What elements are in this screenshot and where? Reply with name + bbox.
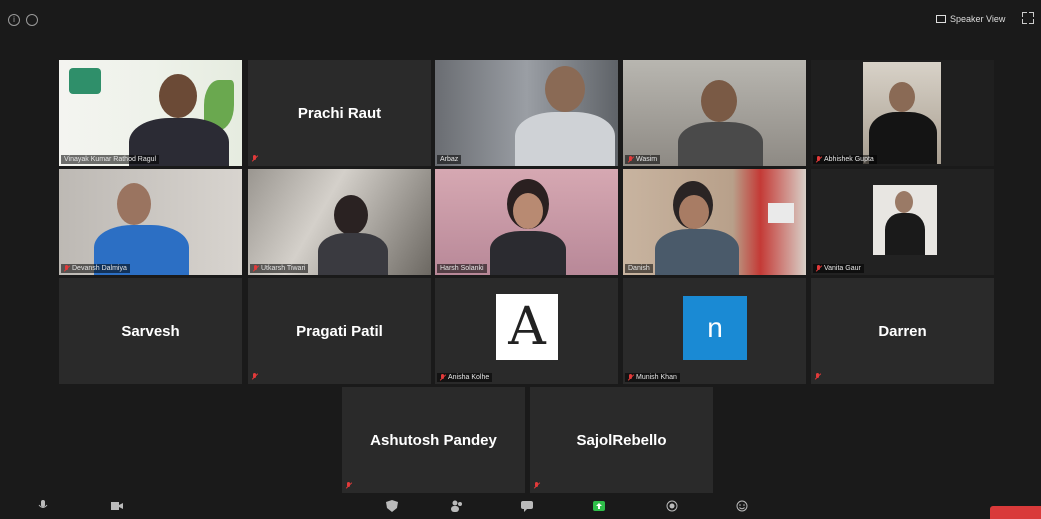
mic-muted-icon	[628, 374, 634, 381]
participants-icon[interactable]	[450, 500, 464, 512]
mic-muted-icon	[816, 265, 822, 272]
reactions-icon[interactable]	[735, 500, 749, 512]
participant-name-label: Devansh Dalmiya	[61, 264, 130, 273]
participant-tile[interactable]: Prachi Raut	[248, 60, 431, 166]
participant-name-label: Anisha Kolhe	[437, 373, 493, 382]
participant-name: SajolRebello	[576, 431, 667, 449]
mic-muted-icon	[440, 374, 446, 381]
participant-name: Sarvesh	[121, 322, 180, 340]
participant-tile[interactable]: Sarvesh	[59, 278, 242, 384]
logo-icon	[69, 68, 101, 94]
video-tile[interactable]: Arbaz	[435, 60, 618, 166]
speaker-view-button[interactable]: Speaker View	[930, 12, 1011, 26]
participant-name-label: Utkarsh Tiwari	[250, 264, 309, 273]
record-icon[interactable]	[665, 500, 679, 512]
participant-name: Ashutosh Pandey	[370, 431, 497, 449]
fullscreen-icon[interactable]	[1022, 12, 1034, 24]
mic-muted-icon	[534, 482, 540, 489]
participant-tile[interactable]: n Munish Khan	[623, 278, 806, 384]
speaker-view-icon	[936, 15, 946, 23]
mic-muted-icon	[346, 482, 352, 489]
video-tile[interactable]: Harsh Solanki	[435, 169, 618, 275]
video-tile[interactable]: Vanita Gaur	[811, 169, 994, 275]
participant-tile[interactable]: Darren	[811, 278, 994, 384]
avatar: n	[683, 296, 747, 360]
participant-name-label: Arbaz	[437, 155, 462, 164]
meeting-toolbar	[0, 494, 1041, 519]
mic-muted-icon	[252, 373, 258, 380]
video-tile[interactable]: Utkarsh Tiwari	[248, 169, 431, 275]
mic-muted-icon	[64, 265, 70, 272]
participant-name-label: Vinayak Kumar Rathod Ragul	[61, 155, 160, 164]
participant-name-label: Vanita Gaur	[813, 264, 864, 273]
participant-name-label: Harsh Solanki	[437, 264, 487, 273]
speaker-view-label: Speaker View	[950, 14, 1006, 24]
participant-tile[interactable]: SajolRebello	[530, 387, 713, 493]
participant-tile[interactable]: Ashutosh Pandey	[342, 387, 525, 493]
participant-tile[interactable]: A Anisha Kolhe	[435, 278, 618, 384]
mic-muted-icon	[252, 155, 258, 162]
mic-muted-icon	[628, 156, 634, 163]
security-icon[interactable]	[385, 500, 399, 512]
end-meeting-button[interactable]	[990, 506, 1041, 519]
video-tile[interactable]: Vinayak Kumar Rathod Ragul	[59, 60, 242, 166]
mic-muted-icon	[816, 156, 822, 163]
participant-name: Darren	[878, 322, 927, 340]
microphone-icon[interactable]	[36, 500, 50, 512]
info-icon[interactable]: i	[8, 14, 20, 26]
participant-name-label: Abhishek Gupta	[813, 155, 877, 164]
chat-icon[interactable]	[520, 500, 534, 512]
participant-name: Prachi Raut	[297, 104, 382, 122]
video-camera-icon[interactable]	[110, 500, 124, 512]
meeting-info-controls: i	[8, 14, 38, 26]
mic-muted-icon	[253, 265, 259, 272]
video-tile[interactable]: Wasim	[623, 60, 806, 166]
share-screen-icon[interactable]	[592, 500, 606, 512]
mic-muted-icon	[815, 373, 821, 380]
participant-name-label: Danish	[625, 264, 653, 273]
video-tile[interactable]: Abhishek Gupta	[811, 60, 994, 166]
participant-tile[interactable]: Pragati Patil	[248, 278, 431, 384]
participant-name-label: Munish Khan	[625, 373, 680, 382]
video-tile[interactable]: Danish	[623, 169, 806, 275]
security-shield-icon[interactable]	[26, 14, 38, 26]
avatar: A	[496, 294, 558, 360]
participant-name: Pragati Patil	[296, 322, 383, 340]
video-tile[interactable]: Devansh Dalmiya	[59, 169, 242, 275]
participant-name-label: Wasim	[625, 155, 661, 164]
top-bar: i Speaker View	[0, 0, 1041, 40]
